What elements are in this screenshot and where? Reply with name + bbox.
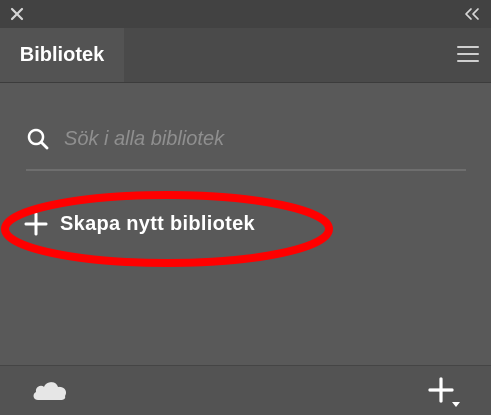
create-library-button[interactable]: Skapa nytt bibliotek [24,207,255,241]
cloud-icon[interactable] [30,376,70,404]
panel-titlebar [0,0,491,28]
search-bar [26,123,466,171]
search-icon [27,128,49,150]
plus-icon [24,212,48,236]
add-with-dropdown-icon[interactable] [427,376,461,408]
panel-footer [0,365,491,415]
tab-bibliotek[interactable]: Bibliotek [0,28,124,82]
panel-content: Skapa nytt bibliotek [0,83,491,365]
collapse-icon[interactable] [463,5,481,23]
close-icon[interactable] [8,5,26,23]
create-library-label: Skapa nytt bibliotek [60,212,255,235]
tab-bar: Bibliotek [0,28,491,83]
tab-label: Bibliotek [19,43,105,66]
hamburger-menu-icon[interactable] [457,44,479,64]
search-input[interactable] [64,123,444,155]
